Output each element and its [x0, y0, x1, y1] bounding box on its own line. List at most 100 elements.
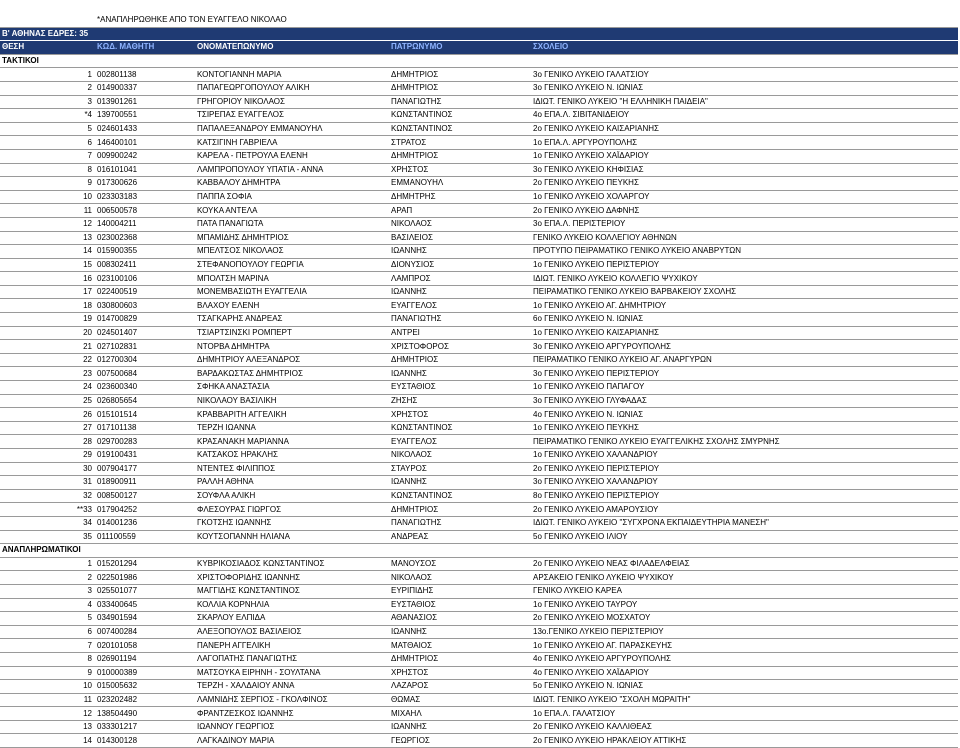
cell-code[interactable]: 014300128 — [95, 733, 195, 748]
cell-father[interactable]: ΕΥΑΓΓΕΛΟΣ — [389, 434, 531, 449]
cell-code[interactable]: 020101058 — [95, 638, 195, 653]
cell-name[interactable]: ΣΦΗΚΑ ΑΝΑΣΤΑΣΙΑ — [195, 380, 389, 395]
cell-code[interactable]: 139700551 — [95, 108, 195, 123]
cell-father[interactable]: ΙΩΑΝΝΗΣ — [389, 285, 531, 300]
cell-code[interactable]: 009900242 — [95, 149, 195, 164]
cell-name[interactable]: ΠΑΠΑΛΕΞΑΝΔΡΟΥ ΕΜΜΑΝΟΥΗΛ — [195, 122, 389, 137]
cell-position[interactable]: 7 — [0, 149, 95, 164]
cell-father[interactable]: ΠΑΝΑΓΙΩΤΗΣ — [389, 312, 531, 327]
cell-name[interactable]: ΤΣΙΡΕΠΑΣ ΕΥΑΓΓΕΛΟΣ — [195, 108, 389, 123]
cell-name[interactable]: ΛΑΜΠΡΟΠΟΥΛΟΥ ΥΠΑΤΙΑ - ΑΝΝΑ — [195, 163, 389, 178]
cell-code[interactable]: 022501986 — [95, 570, 195, 585]
cell-position[interactable]: *4 — [0, 108, 95, 123]
cell-father[interactable]: ΑΝΤΡΕΙ — [389, 326, 531, 341]
cell-position[interactable]: 6 — [0, 625, 95, 640]
cell-position[interactable]: 5 — [0, 122, 95, 137]
cell-position[interactable]: 8 — [0, 652, 95, 667]
cell-name[interactable]: ΣΚΑΡΛΟΥ ΕΛΠΙΔΑ — [195, 611, 389, 626]
cell-father[interactable]: ΣΤΡΑΤΟΣ — [389, 135, 531, 150]
cell-school[interactable]: ΑΡΣΑΚΕΙΟ ΓΕΝΙΚΟ ΛΥΚΕΙΟ ΨΥΧΙΚΟΥ — [531, 570, 959, 585]
cell-name[interactable]: ΛΑΓΟΠΑΤΗΣ ΠΑΝΑΓΙΩΤΗΣ — [195, 652, 389, 667]
cell-code[interactable]: 022400519 — [95, 285, 195, 300]
cell-code[interactable]: 019100431 — [95, 448, 195, 463]
cell-code[interactable]: 138504490 — [95, 706, 195, 721]
cell-name[interactable]: ΓΡΗΓΟΡΙΟΥ ΝΙΚΟΛΑΟΣ — [195, 95, 389, 110]
cell-name[interactable]: ΠΑΝΕΡΗ ΑΓΓΕΛΙΚΗ — [195, 638, 389, 653]
cell-school[interactable]: ΠΕΙΡΑΜΑΤΙΚΟ ΓΕΝΙΚΟ ΛΥΚΕΙΟ ΒΑΡΒΑΚΕΙΟΥ ΣΧΟ… — [531, 285, 959, 300]
cell-name[interactable]: ΓΚΟΤΣΗΣ ΙΩΑΝΝΗΣ — [195, 516, 389, 531]
cell-father[interactable]: ΔΗΜΗΤΡΙΟΣ — [389, 652, 531, 667]
cell-position[interactable]: 3 — [0, 95, 95, 110]
cell-name[interactable]: ΝΙΚΟΛΑΟΥ ΒΑΣΙΛΙΚΗ — [195, 394, 389, 409]
cell-position[interactable]: 8 — [0, 163, 95, 178]
cell-code[interactable]: 017904252 — [95, 502, 195, 517]
cell-code[interactable]: 140004211 — [95, 217, 195, 232]
cell-father[interactable]: ΕΥΣΤΑΘΙΟΣ — [389, 598, 531, 613]
cell-position[interactable]: 11 — [0, 693, 95, 708]
cell-code[interactable]: 027102831 — [95, 339, 195, 354]
cell-father[interactable]: ΜΑΝΟΥΣΟΣ — [389, 557, 531, 572]
cell-school[interactable]: 1ο ΕΠΑ.Λ. ΑΡΓΥΡΟΥΠΟΛΗΣ — [531, 135, 959, 150]
cell-code[interactable]: 024601433 — [95, 122, 195, 137]
cell-name[interactable]: ΦΛΕΣΟΥΡΑΣ ΓΙΩΡΓΟΣ — [195, 502, 389, 517]
cell-name[interactable]: ΚΑΤΣΑΚΟΣ ΗΡΑΚΛΗΣ — [195, 448, 389, 463]
cell-position[interactable]: 12 — [0, 217, 95, 232]
cell-name[interactable]: ΤΕΡΖΗ ΙΩΑΝΝΑ — [195, 421, 389, 436]
cell-school[interactable]: 2ο ΓΕΝΙΚΟ ΛΥΚΕΙΟ ΑΜΑΡΟΥΣΙΟΥ — [531, 502, 959, 517]
cell-father[interactable]: ΝΙΚΟΛΑΟΣ — [389, 217, 531, 232]
cell-name[interactable]: ΤΣΑΓΚΑΡΗΣ ΑΝΔΡΕΑΣ — [195, 312, 389, 327]
cell-father[interactable]: ΔΗΜΗΤΡΙΟΣ — [389, 149, 531, 164]
cell-position[interactable]: 31 — [0, 475, 95, 490]
cell-code[interactable]: 030800603 — [95, 298, 195, 314]
cell-position[interactable]: 34 — [0, 516, 95, 531]
cell-school[interactable]: 3ο ΓΕΝΙΚΟ ΛΥΚΕΙΟ ΓΑΛΑΤΣΙΟΥ — [531, 67, 959, 82]
cell-code[interactable]: 002801138 — [95, 67, 195, 82]
cell-school[interactable]: 6ο ΓΕΝΙΚΟ ΛΥΚΕΙΟ Ν. ΙΩΝΙΑΣ — [531, 312, 959, 327]
cell-name[interactable]: ΚΑΤΣΙΓΙΝΗ ΓΑΒΡΙΕΛΑ — [195, 135, 389, 150]
cell-position[interactable]: 21 — [0, 339, 95, 354]
cell-father[interactable]: ΕΥΑΓΓΕΛΟΣ — [389, 298, 531, 314]
cell-code[interactable]: 008500127 — [95, 489, 195, 504]
cell-name[interactable]: ΣΤΕΦΑΝΟΠΟΥΛΟΥ ΓΕΩΡΓΙΑ — [195, 258, 389, 273]
cell-code[interactable]: 014900337 — [95, 81, 195, 96]
cell-school[interactable]: 1ο ΓΕΝΙΚΟ ΛΥΚΕΙΟ ΑΓ. ΠΑΡΑΣΚΕΥΗΣ — [531, 638, 959, 653]
cell-father[interactable]: ΛΑΖΑΡΟΣ — [389, 679, 531, 694]
cell-code[interactable]: 023600340 — [95, 380, 195, 395]
cell-code[interactable]: 017101138 — [95, 421, 195, 436]
cell-father[interactable]: ΜΙΧΑΗΛ — [389, 706, 531, 721]
cell-code[interactable]: 007400284 — [95, 625, 195, 640]
cell-position[interactable]: 16 — [0, 271, 95, 286]
cell-name[interactable]: ΚΟΛΛΙΑ ΚΟΡΝΗΛΙΑ — [195, 598, 389, 613]
cell-code[interactable]: 015101514 — [95, 407, 195, 422]
cell-code[interactable]: 025501077 — [95, 584, 195, 599]
cell-father[interactable]: ΣΤΑΥΡΟΣ — [389, 462, 531, 477]
cell-father[interactable]: ΠΑΝΑΓΙΩΤΗΣ — [389, 95, 531, 110]
cell-code[interactable]: 006500578 — [95, 203, 195, 218]
cell-name[interactable]: ΜΑΓΓΙΔΗΣ ΚΩΝΣΤΑΝΤΙΝΟΣ — [195, 584, 389, 599]
cell-school[interactable]: ΙΔΙΩΤ. ΓΕΝΙΚΟ ΛΥΚΕΙΟ "Η ΕΛΛΗΝΙΚΗ ΠΑΙΔΕΙΑ… — [531, 95, 959, 110]
cell-father[interactable]: ΙΩΑΝΝΗΣ — [389, 720, 531, 735]
cell-father[interactable]: ΔΗΜΗΤΡΙΟΣ — [389, 502, 531, 517]
cell-father[interactable]: ΙΩΑΝΝΗΣ — [389, 625, 531, 640]
cell-school[interactable]: ΠΕΙΡΑΜΑΤΙΚΟ ΓΕΝΙΚΟ ΛΥΚΕΙΟ ΕΥΑΓΓΕΛΙΚΗΣ ΣΧ… — [531, 434, 959, 449]
cell-school[interactable]: ΙΔΙΩΤ. ΓΕΝΙΚΟ ΛΥΚΕΙΟ "ΣΥΓΧΡΟΝΑ ΕΚΠΑΙΔΕΥΤ… — [531, 516, 959, 531]
cell-name[interactable]: ΜΠΕΛΤΣΟΣ ΝΙΚΟΛΑΟΣ — [195, 244, 389, 259]
header-position[interactable]: ΘΕΣΗ — [0, 40, 95, 55]
cell-position[interactable]: 15 — [0, 258, 95, 273]
cell-name[interactable]: ΚΡΑΣΑΝΑΚΗ ΜΑΡΙΑΝΝΑ — [195, 434, 389, 449]
cell-position[interactable]: 25 — [0, 394, 95, 409]
cell-name[interactable]: ΚΟΝΤΟΓΙΑΝΝΗ ΜΑΡΙΑ — [195, 67, 389, 82]
cell-code[interactable]: 024501407 — [95, 326, 195, 341]
cell-code[interactable]: 023303183 — [95, 190, 195, 205]
cell-name[interactable]: ΤΣΙΑΡΤΣΙΝΣΚΙ ΡΟΜΠΕΡΤ — [195, 326, 389, 341]
cell-school[interactable]: 2ο ΓΕΝΙΚΟ ΛΥΚΕΙΟ ΝΕΑΣ ΦΙΛΑΔΕΛΦΕΙΑΣ — [531, 557, 959, 572]
cell-school[interactable]: 3ο ΕΠΑ.Λ. ΠΕΡΙΣΤΕΡΙΟΥ — [531, 217, 959, 232]
cell-father[interactable]: ΝΙΚΟΛΑΟΣ — [389, 570, 531, 585]
cell-position[interactable]: 17 — [0, 285, 95, 300]
cell-position[interactable]: 10 — [0, 679, 95, 694]
cell-position[interactable]: 19 — [0, 312, 95, 327]
cell-school[interactable]: 1ο ΓΕΝΙΚΟ ΛΥΚΕΙΟ ΠΕΡΙΣΤΕΡΙΟΥ — [531, 258, 959, 273]
cell-father[interactable]: ΚΩΝΣΤΑΝΤΙΝΟΣ — [389, 489, 531, 504]
cell-position[interactable]: 14 — [0, 244, 95, 259]
cell-name[interactable]: ΣΟΥΦΛΑ ΑΛΙΚΗ — [195, 489, 389, 504]
